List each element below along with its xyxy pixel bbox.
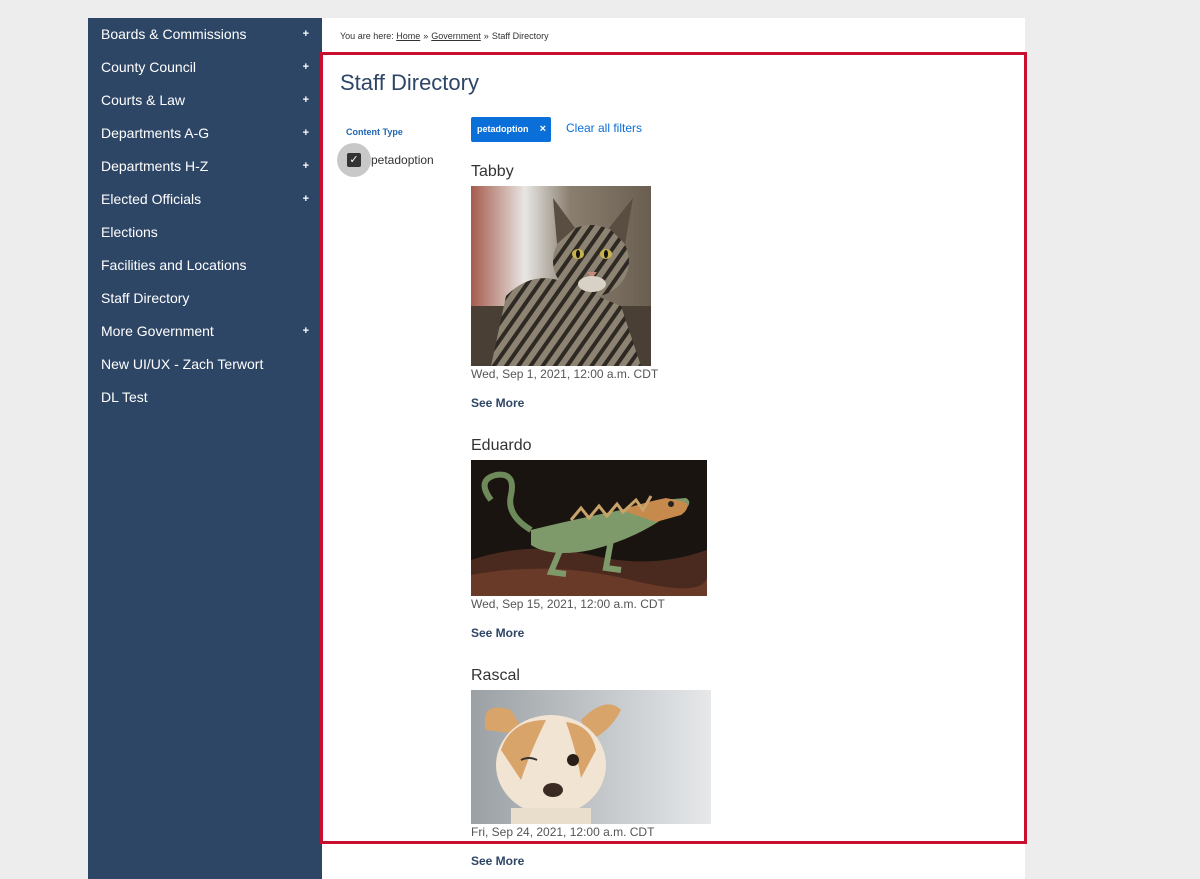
sidebar-item-boards-commissions[interactable]: Boards & Commissions + <box>88 18 322 51</box>
sidebar-item-elections[interactable]: Elections <box>88 216 322 249</box>
facet-option-label[interactable]: petadoption <box>371 153 434 167</box>
expand-plus-icon[interactable]: + <box>303 183 309 216</box>
expand-plus-icon[interactable]: + <box>303 84 309 117</box>
expand-plus-icon[interactable]: + <box>303 150 309 183</box>
result-date: Fri, Sep 24, 2021, 12:00 a.m. CDT <box>471 825 655 839</box>
breadcrumb-government-link[interactable]: Government <box>431 31 481 41</box>
chihuahua-image[interactable] <box>471 690 711 824</box>
sidebar-item-courts-law[interactable]: Courts & Law + <box>88 84 322 117</box>
clear-all-filters-link[interactable]: Clear all filters <box>566 121 642 135</box>
main-content: You are here: Home» Government» Staff Dire… <box>320 18 1027 879</box>
sidebar-nav: Boards & Commissions + County Council + … <box>88 18 322 879</box>
sidebar-item-new-ui-ux[interactable]: New UI/UX - Zach Terwort <box>88 348 322 381</box>
sidebar-item-label: Staff Directory <box>101 290 190 306</box>
sidebar-item-label: Departments H-Z <box>101 158 209 174</box>
expand-plus-icon[interactable]: + <box>303 117 309 150</box>
breadcrumb: You are here: Home» Government» Staff Dire… <box>340 31 549 41</box>
sidebar-item-more-government[interactable]: More Government + <box>88 315 322 348</box>
sidebar-item-label: Facilities and Locations <box>101 257 247 273</box>
tabby-cat-image[interactable] <box>471 186 651 366</box>
see-more-link[interactable]: See More <box>471 626 524 640</box>
expand-plus-icon[interactable]: + <box>303 51 309 84</box>
breadcrumb-separator: » <box>483 31 489 41</box>
sidebar-item-county-council[interactable]: County Council + <box>88 51 322 84</box>
sidebar-item-label: Elected Officials <box>101 191 202 207</box>
sidebar-item-label: DL Test <box>101 389 148 405</box>
see-more-link[interactable]: See More <box>471 396 524 410</box>
result-title[interactable]: Tabby <box>471 163 514 181</box>
sidebar-item-departments-h-z[interactable]: Departments H-Z + <box>88 150 322 183</box>
sidebar-item-elected-officials[interactable]: Elected Officials + <box>88 183 322 216</box>
expand-plus-icon[interactable]: + <box>303 18 309 51</box>
checkbox-checked-icon[interactable]: ✓ <box>347 153 361 167</box>
sidebar-item-dl-test[interactable]: DL Test <box>88 381 322 414</box>
result-date: Wed, Sep 15, 2021, 12:00 a.m. CDT <box>471 597 665 611</box>
result-title[interactable]: Eduardo <box>471 437 532 455</box>
expand-plus-icon[interactable]: + <box>303 315 309 348</box>
sidebar-item-label: Departments A-G <box>101 125 210 141</box>
sidebar-item-staff-directory[interactable]: Staff Directory <box>88 282 322 315</box>
facet-checkbox-focus-ring[interactable]: ✓ <box>337 143 371 177</box>
lizard-image[interactable] <box>471 460 707 596</box>
page-title: Staff Directory <box>340 70 479 95</box>
sidebar-item-label: County Council <box>101 59 196 75</box>
sidebar-item-label: Elections <box>101 224 158 240</box>
sidebar-item-label: Boards & Commissions <box>101 26 247 42</box>
filter-chip-label: petadoption <box>477 124 529 134</box>
facet-heading: Content Type <box>346 127 403 137</box>
sidebar-item-label: More Government <box>101 323 214 339</box>
result-title[interactable]: Rascal <box>471 667 520 685</box>
see-more-link[interactable]: See More <box>471 854 524 868</box>
active-filter-chip[interactable]: petadoption × <box>471 117 551 142</box>
breadcrumb-prefix: You are here: <box>340 31 394 41</box>
breadcrumb-current: Staff Directory <box>491 31 549 41</box>
sidebar-item-label: Courts & Law <box>101 92 186 108</box>
breadcrumb-home-link[interactable]: Home <box>396 31 420 41</box>
sidebar-item-label: New UI/UX - Zach Terwort <box>101 356 264 372</box>
sidebar-item-departments-a-g[interactable]: Departments A-G + <box>88 117 322 150</box>
sidebar-item-facilities-locations[interactable]: Facilities and Locations <box>88 249 322 282</box>
result-date: Wed, Sep 1, 2021, 12:00 a.m. CDT <box>471 367 659 381</box>
breadcrumb-separator: » <box>423 31 429 41</box>
remove-filter-icon[interactable]: × <box>540 117 546 142</box>
